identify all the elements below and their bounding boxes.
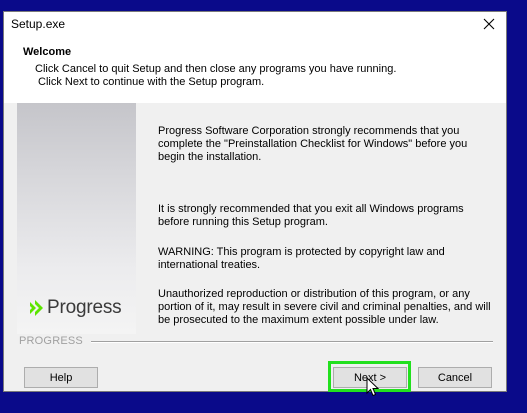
cancel-button[interactable]: Cancel [418,367,492,388]
wizard-body: Progress Progress Software Corporation s… [4,103,506,335]
exit-programs-text: It is strongly recommended that you exit… [158,203,464,228]
branding-label: PROGRESS [19,335,83,347]
wizard-header: Welcome Click Cancel to quit Setup and t… [4,36,506,104]
legal-text: Unauthorized reproduction or distributio… [158,288,491,326]
logo-text: Progress [47,297,122,318]
progress-chevrons-icon [30,300,43,316]
help-button[interactable]: Help [24,367,98,388]
next-button[interactable]: Next > [333,367,407,388]
title-bar: Setup.exe [4,12,506,36]
progress-logo: Progress [28,297,122,319]
page-title: Welcome [23,46,72,58]
close-icon [483,18,495,30]
header-instruction-2: Click Next to continue with the Setup pr… [38,76,265,88]
side-banner: Progress [17,103,136,334]
separator-line [91,341,493,343]
close-button[interactable] [472,12,506,36]
warning-text: WARNING: This program is protected by co… [158,246,445,271]
window-title: Setup.exe [11,17,66,31]
setup-dialog: Setup.exe Welcome Click Cancel to quit S… [3,11,507,397]
recommendation-text: Progress Software Corporation strongly r… [158,125,468,163]
header-instruction-1: Click Cancel to quit Setup and then clos… [35,63,397,75]
